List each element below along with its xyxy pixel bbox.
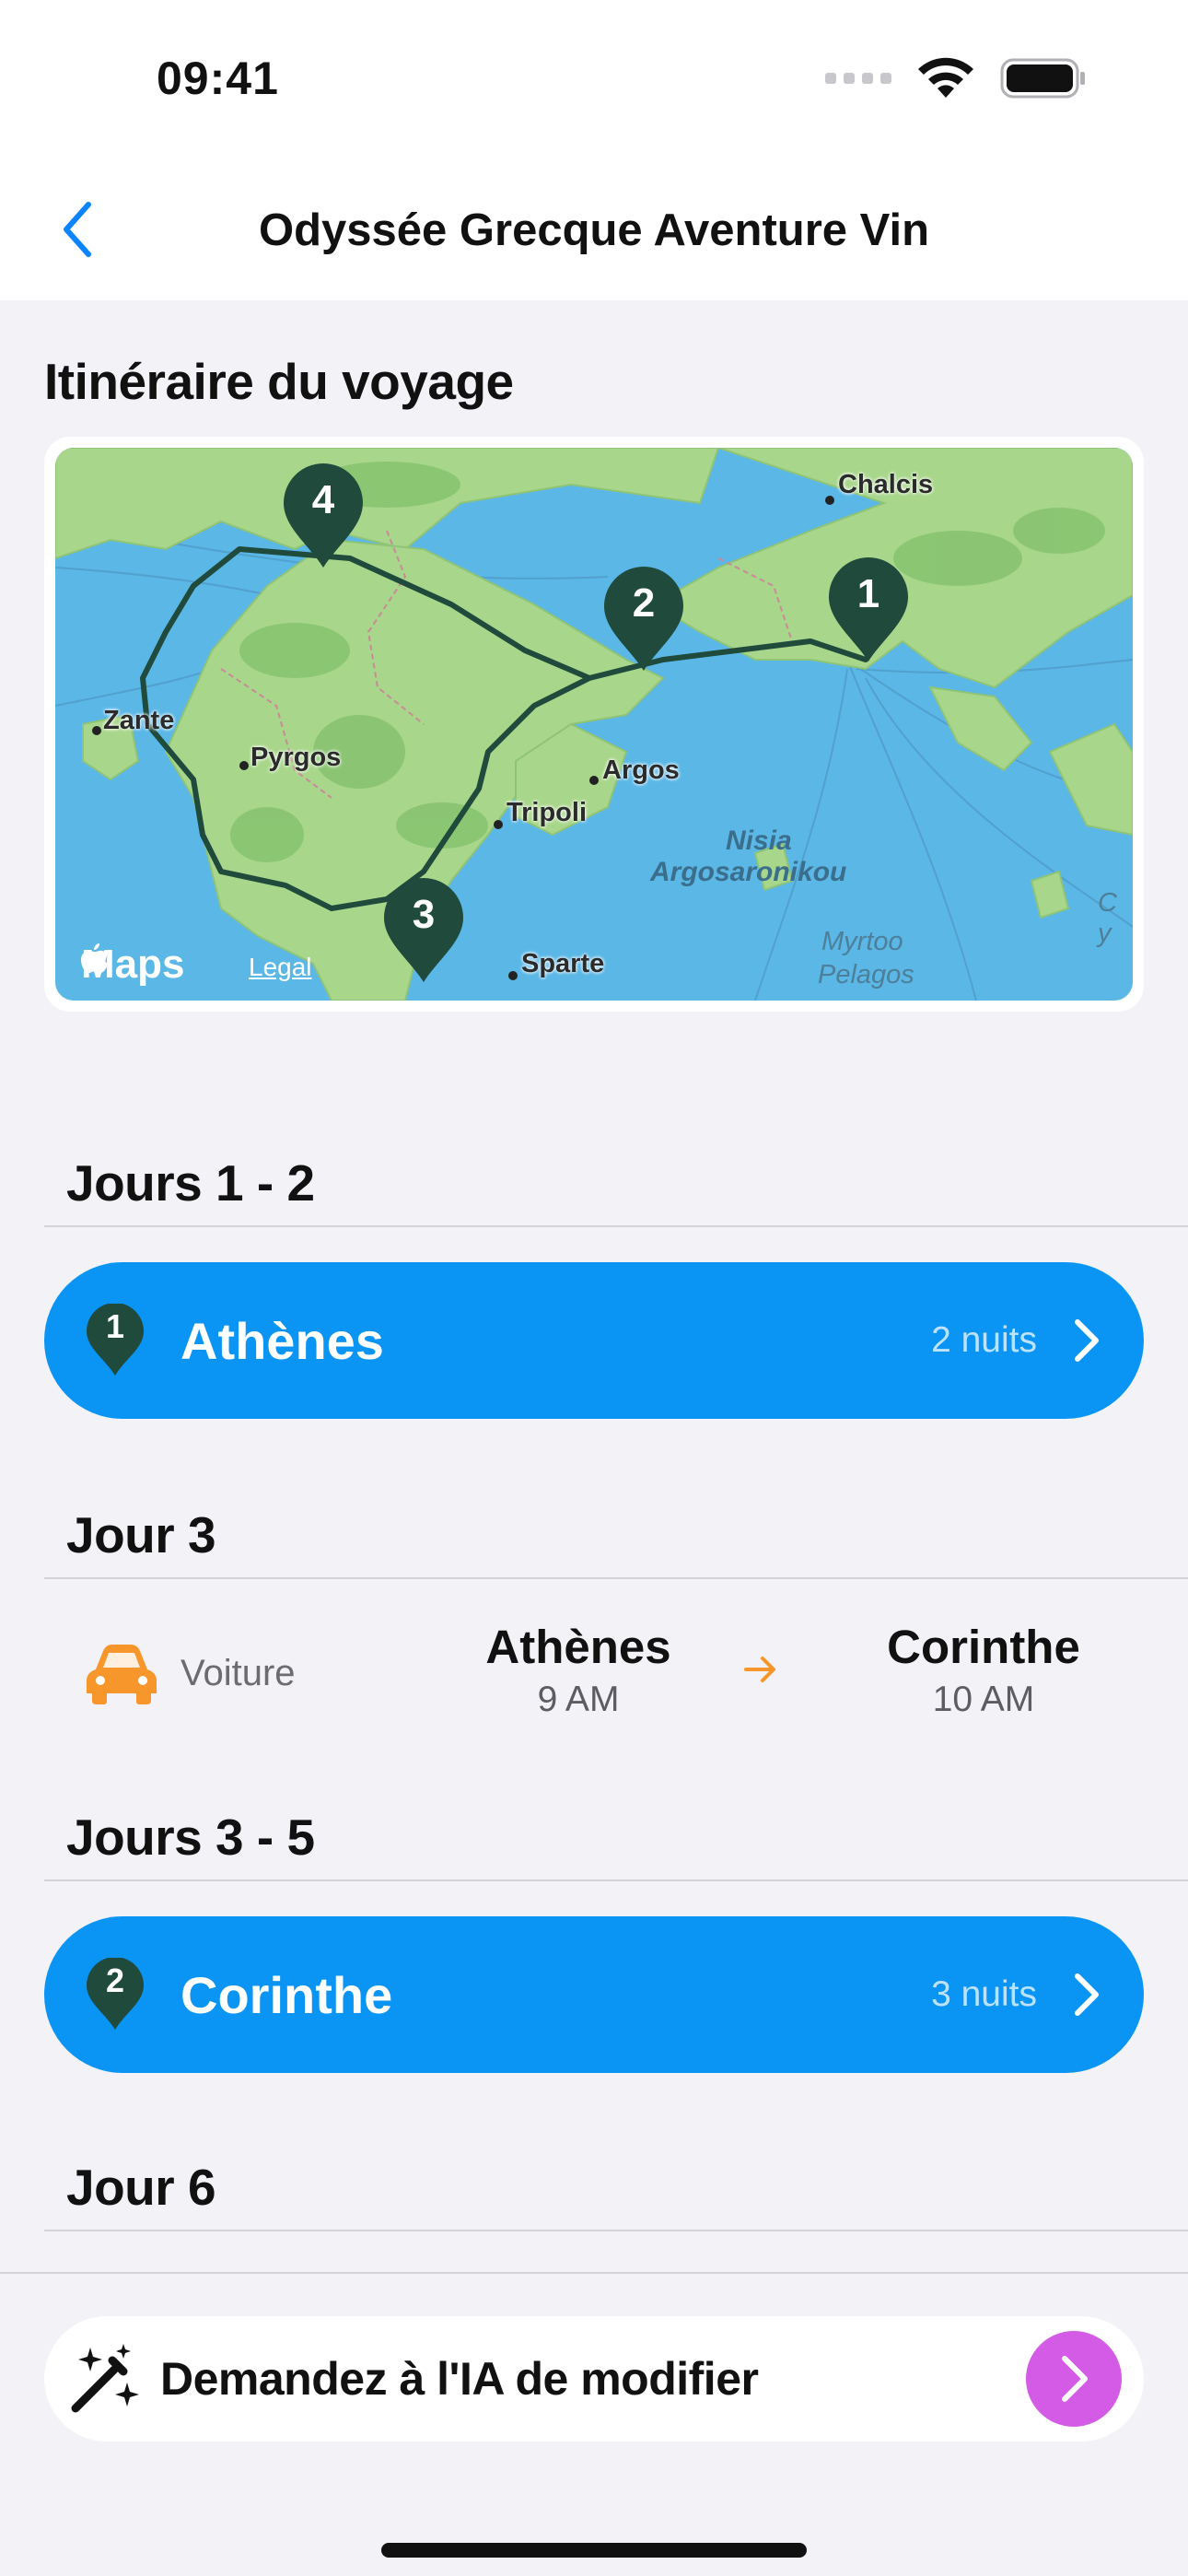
map-label-pyrgos: Pyrgos	[250, 743, 342, 772]
arrow-right-icon	[744, 1657, 775, 1682]
day-header-4: Jour 6	[66, 2159, 216, 2216]
wifi-icon	[918, 57, 973, 98]
chevron-right-icon	[1075, 1973, 1099, 2016]
map-label-argosaronikou: Argosaronikou	[650, 857, 847, 887]
map-card: Chalcis Zante Pyrgos Argos Tripoli Nisia…	[44, 437, 1144, 1012]
stay-pin: 1	[85, 1303, 146, 1377]
map-label-argos: Argos	[602, 755, 680, 785]
transport-mode: Voiture	[181, 1653, 296, 1693]
map-dot-sparte	[508, 971, 518, 980]
bottom-separator	[0, 2272, 1188, 2274]
map-pin-1[interactable]: 1	[827, 556, 910, 663]
car-icon	[87, 1645, 157, 1704]
map-dot-zante	[92, 726, 101, 735]
map-dot-argos	[589, 776, 599, 785]
route-map[interactable]: Chalcis Zante Pyrgos Argos Tripoli Nisia…	[55, 448, 1133, 1001]
map-terrain	[55, 448, 1133, 1001]
chevron-right-icon	[1062, 2356, 1088, 2402]
stay-athenes[interactable]: 1 Athènes 2 nuits	[44, 1262, 1144, 1419]
stay-nights: 3 nuits	[931, 1974, 1037, 2014]
legal-link[interactable]: Legal	[249, 953, 312, 982]
day-header-3: Jours 3 - 5	[66, 1809, 315, 1866]
map-label-pelagos: Pelagos	[818, 960, 914, 989]
stay-city: Corinthe	[181, 1965, 393, 2024]
map-pin-3[interactable]: 3	[382, 877, 465, 984]
status-time: 09:41	[157, 53, 279, 104]
divider	[44, 1577, 1188, 1579]
stay-corinthe[interactable]: 2 Corinthe 3 nuits	[44, 1916, 1144, 2073]
day-header-1: Jours 1 - 2	[66, 1154, 315, 1212]
stay-nights: 2 nuits	[931, 1320, 1037, 1360]
map-label-zante: Zante	[103, 706, 175, 735]
map-label-chalcis: Chalcis	[838, 470, 934, 499]
itinerary-title: Itinéraire du voyage	[44, 353, 514, 410]
top-bar: 09:41 Odyssée Grecque Aventure Vin	[0, 0, 1188, 300]
ai-edit-bar[interactable]: Demandez à l'IA de modifier	[44, 2316, 1144, 2441]
map-dot-pyrgos	[239, 761, 249, 770]
status-icons	[825, 57, 1087, 100]
divider	[44, 1225, 1188, 1227]
stay-city: Athènes	[181, 1311, 384, 1370]
chevron-right-icon	[1075, 1319, 1099, 1362]
map-label-sparte: Sparte	[521, 949, 605, 978]
magic-wand-icon	[71, 2344, 139, 2413]
map-pin-2[interactable]: 2	[602, 566, 685, 673]
map-label-myrtoo: Myrtoo	[821, 927, 903, 956]
day-header-2: Jour 3	[66, 1506, 216, 1563]
map-label-nisia: Nisia	[726, 825, 792, 856]
stay-pin: 2	[85, 1957, 146, 2032]
cellular-icon	[825, 73, 891, 84]
map-label-edge: C y	[1098, 888, 1117, 948]
map-label-tripoli: Tripoli	[507, 798, 587, 827]
transport-to: Corinthe 10 AM	[887, 1621, 1080, 1719]
nav-title: Odyssée Grecque Aventure Vin	[258, 205, 930, 255]
divider	[44, 2230, 1188, 2231]
map-dot-chalcis	[825, 496, 834, 505]
ai-submit-button[interactable]	[1026, 2331, 1122, 2427]
home-indicator[interactable]	[381, 2543, 807, 2558]
apple-logo-icon	[81, 943, 108, 973]
transport-from: Athènes 9 AM	[485, 1621, 671, 1719]
map-dot-tripoli	[494, 820, 503, 829]
screen: 09:41 Odyssée Grecque Aventure Vin Itiné…	[0, 0, 1188, 2576]
maps-brand: Maps	[81, 942, 185, 987]
battery-icon	[1000, 58, 1085, 99]
map-pin-4[interactable]: 4	[282, 463, 365, 569]
transport-row[interactable]: Voiture Athènes 9 AM Corinthe 10 AM	[44, 1601, 1144, 1739]
divider	[44, 1879, 1188, 1881]
ai-edit-label: Demandez à l'IA de modifier	[160, 2353, 759, 2405]
